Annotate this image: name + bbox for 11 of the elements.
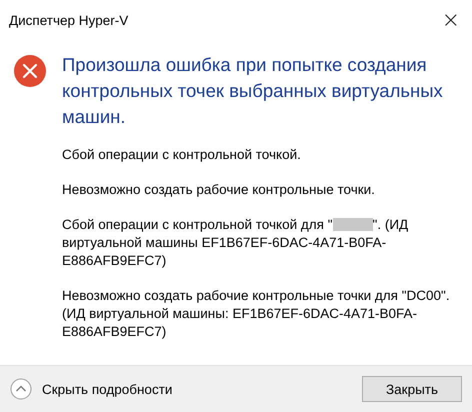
redaction-mark	[332, 218, 373, 231]
close-button[interactable]: ×	[436, 8, 466, 32]
detail-paragraph: Сбой операции с контрольной точкой для " ". (ИД виртуальной машины EF1B67EF-6DAC-4A71-B0FA-E886AFB9EFC7)	[62, 216, 410, 270]
details-toggle[interactable]: Скрыть подробности	[10, 378, 172, 400]
detail-paragraph: Невозможно создать рабочие контрольные точки для "DC00". (ИД виртуальной машины: EF1B67EF-6DAC-4A71-B0FA-E886AFB9EFC7)	[62, 287, 451, 341]
window-title: Диспетчер Hyper-V	[9, 12, 128, 28]
detail-paragraph: Сбой операции с контрольной точкой.	[62, 146, 302, 164]
error-heading: Произошла ошибка при попытке создания контрольных точек выбранных виртуальных машин.	[62, 53, 444, 129]
error-icon	[14, 55, 46, 87]
close-dialog-button[interactable]: Закрыть	[362, 376, 462, 402]
detail-paragraph: Невозможно создать рабочие контрольные точки.	[62, 181, 376, 199]
